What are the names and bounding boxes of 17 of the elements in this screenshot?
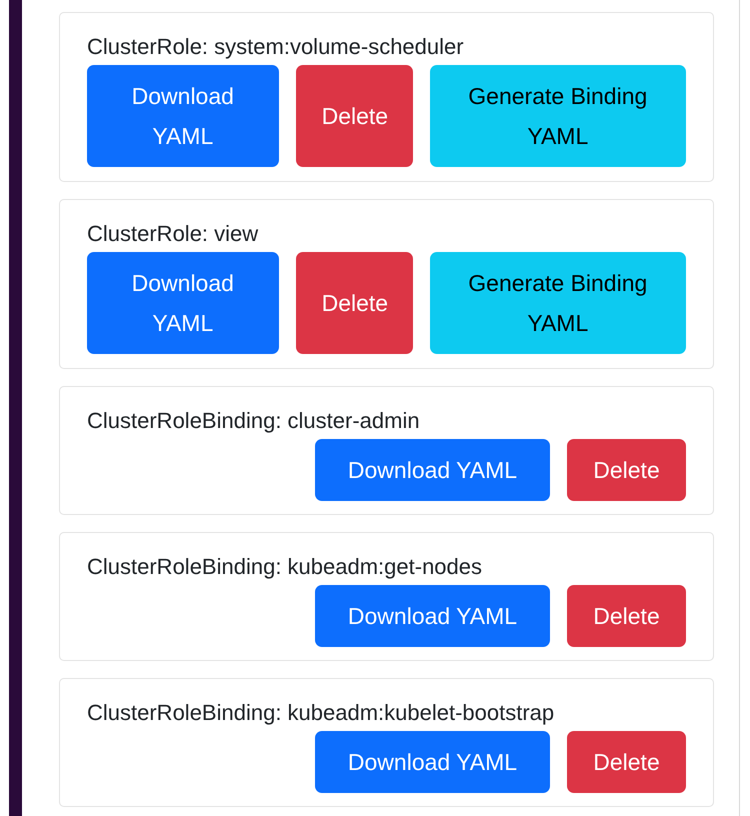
resource-title: ClusterRoleBinding: kubeadm:kubelet-bootstrap: [87, 699, 556, 727]
delete-button[interactable]: Delete: [567, 731, 686, 793]
delete-button[interactable]: Delete: [296, 252, 413, 354]
generate-button[interactable]: Generate Binding YAML: [430, 252, 686, 354]
download-button[interactable]: Download YAML: [87, 65, 279, 167]
delete-button[interactable]: Delete: [567, 439, 686, 501]
resource-title: ClusterRole: view: [87, 220, 260, 248]
resource-title: ClusterRoleBinding: kubeadm:get-nodes: [87, 553, 484, 581]
download-button[interactable]: Download YAML: [315, 585, 550, 647]
delete-button[interactable]: Delete: [296, 65, 413, 167]
download-button[interactable]: Download YAML: [315, 439, 550, 501]
resource-title: ClusterRole: system:volume-scheduler: [87, 33, 465, 61]
download-button[interactable]: Download YAML: [315, 731, 550, 793]
generate-button[interactable]: Generate Binding YAML: [430, 65, 686, 167]
resource-title: ClusterRoleBinding: cluster-admin: [87, 407, 421, 435]
download-button[interactable]: Download YAML: [87, 252, 279, 354]
delete-button[interactable]: Delete: [567, 585, 686, 647]
